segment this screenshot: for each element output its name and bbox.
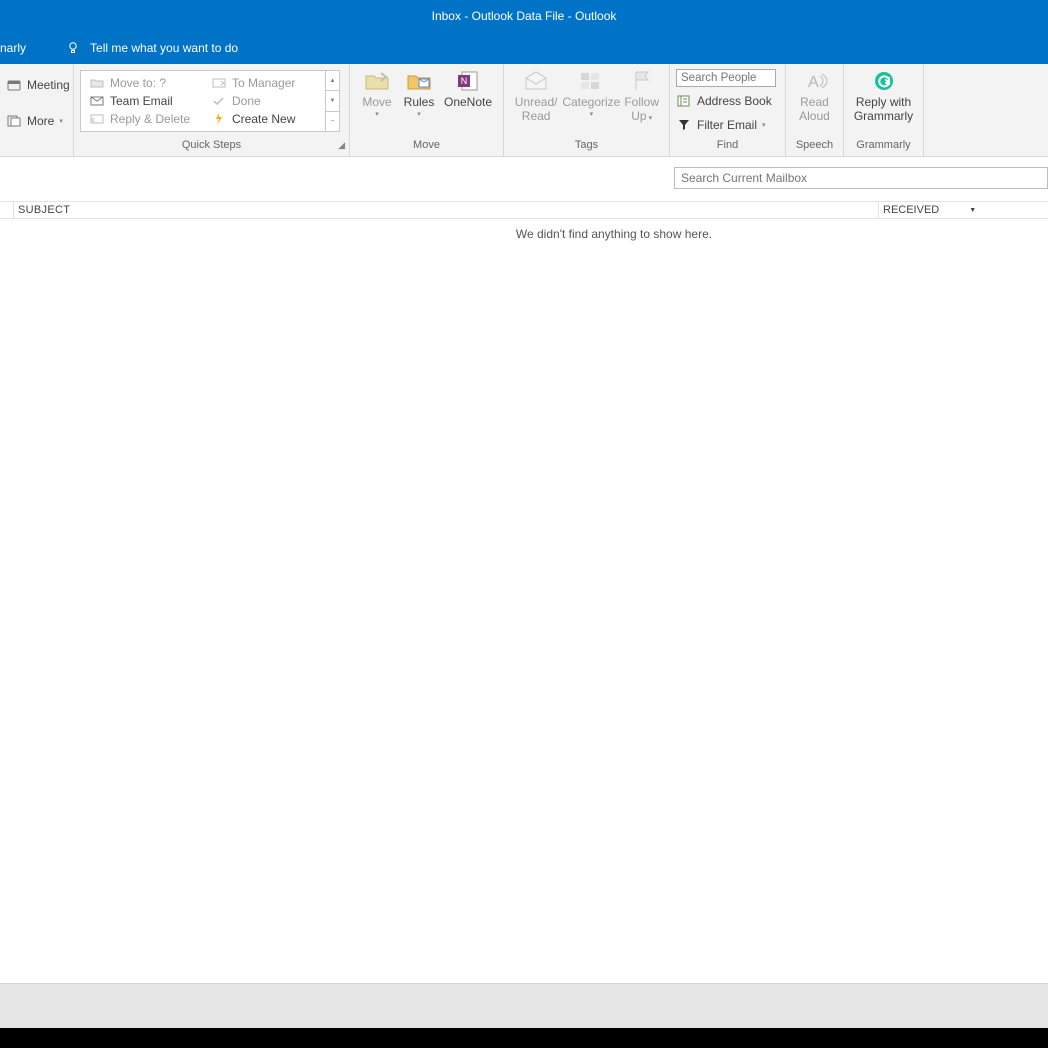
search-people-input[interactable] — [676, 69, 776, 87]
quickstep-done[interactable]: Done — [211, 92, 317, 110]
quickstep-replydelete[interactable]: Reply & Delete — [89, 110, 195, 128]
subject-column[interactable]: SUBJECT — [14, 202, 878, 218]
bottom-bar — [0, 1028, 1048, 1048]
flag-icon — [627, 69, 657, 93]
grammarly-button[interactable]: Reply withGrammarly — [850, 67, 917, 123]
sort-desc-icon: ▼ — [969, 207, 976, 214]
chevron-down-icon: ▾ — [59, 117, 63, 125]
onenote-icon: N — [453, 69, 483, 93]
chevron-up-icon[interactable]: ▲ — [326, 71, 339, 91]
chevron-down-icon: ▾ — [649, 115, 653, 122]
move-button[interactable]: Move ▾ — [356, 67, 398, 118]
more-icon — [6, 114, 22, 128]
categorize-button[interactable]: Categorize ▾ — [562, 67, 620, 118]
funnel-icon — [676, 118, 692, 132]
read-aloud-button[interactable]: A ReadAloud — [792, 67, 837, 123]
window-title: Inbox - Outlook Data File - Outlook — [432, 9, 617, 23]
received-column[interactable]: RECEIVED ▼ — [878, 202, 1048, 218]
envelope-icon — [89, 94, 105, 108]
check-icon — [211, 94, 227, 108]
grammarly-icon — [869, 69, 899, 93]
quickstep-moveto[interactable]: Move to: ? — [89, 74, 195, 92]
tab-fragment[interactable]: narly — [0, 41, 42, 55]
svg-text:A: A — [808, 74, 819, 91]
chevron-down-icon: ▾ — [762, 121, 766, 129]
quicksteps-spinner[interactable]: ▲ ▼ ⎯ — [325, 71, 339, 131]
chevron-down-icon: ▾ — [590, 110, 594, 118]
chevron-down-icon: ▾ — [375, 110, 379, 118]
quicksteps-gallery[interactable]: Move to: ? Team Email Reply & Delete To … — [80, 70, 340, 132]
address-book-button[interactable]: Address Book — [676, 91, 776, 111]
column-headers: SUBJECT RECEIVED ▼ — [0, 201, 1048, 219]
quickstep-createnew[interactable]: Create New — [211, 110, 317, 128]
message-list-area: SUBJECT RECEIVED ▼ We didn't find anythi… — [0, 157, 1048, 1048]
dialog-launcher-icon[interactable]: ◢ — [338, 140, 345, 151]
chevron-down-icon[interactable]: ▼ — [326, 91, 339, 111]
envelope-open-icon — [521, 69, 551, 93]
chevron-down-icon: ▾ — [417, 110, 421, 118]
chevron-more-icon[interactable]: ⎯ — [326, 112, 339, 131]
address-book-icon — [676, 94, 692, 108]
lightbulb-icon — [66, 41, 80, 55]
tellme-input[interactable]: Tell me what you want to do — [90, 41, 238, 55]
status-bar — [0, 983, 1048, 1028]
rules-button[interactable]: Rules ▾ — [398, 67, 440, 118]
rules-icon — [404, 69, 434, 93]
folder-icon — [89, 76, 105, 90]
forward-icon — [211, 76, 227, 90]
read-aloud-icon: A — [800, 69, 830, 93]
quickstep-teamemail[interactable]: Team Email — [89, 92, 195, 110]
followup-button[interactable]: FollowUp▾ — [620, 67, 663, 126]
title-bar: Inbox - Outlook Data File - Outlook — [0, 0, 1048, 32]
filter-email-button[interactable]: Filter Email ▾ — [676, 115, 776, 135]
move-folder-icon — [362, 69, 392, 93]
onenote-button[interactable]: N OneNote — [440, 67, 496, 109]
quickstep-tomanager[interactable]: To Manager — [211, 74, 317, 92]
lightning-icon — [211, 112, 227, 126]
search-mailbox-input[interactable] — [674, 167, 1048, 189]
meeting-icon — [6, 78, 22, 92]
empty-state-message: We didn't find anything to show here. — [90, 227, 1048, 241]
unread-read-button[interactable]: Unread/Read — [510, 67, 562, 123]
tellme-bar: narly Tell me what you want to do — [0, 32, 1048, 64]
categorize-icon — [576, 69, 606, 93]
more-button[interactable]: More ▾ — [6, 111, 63, 131]
reply-delete-icon — [89, 112, 105, 126]
meeting-button[interactable]: Meeting — [6, 75, 70, 95]
svg-text:N: N — [461, 76, 468, 86]
ribbon: Meeting More ▾ Move to: ? — [0, 64, 1048, 157]
